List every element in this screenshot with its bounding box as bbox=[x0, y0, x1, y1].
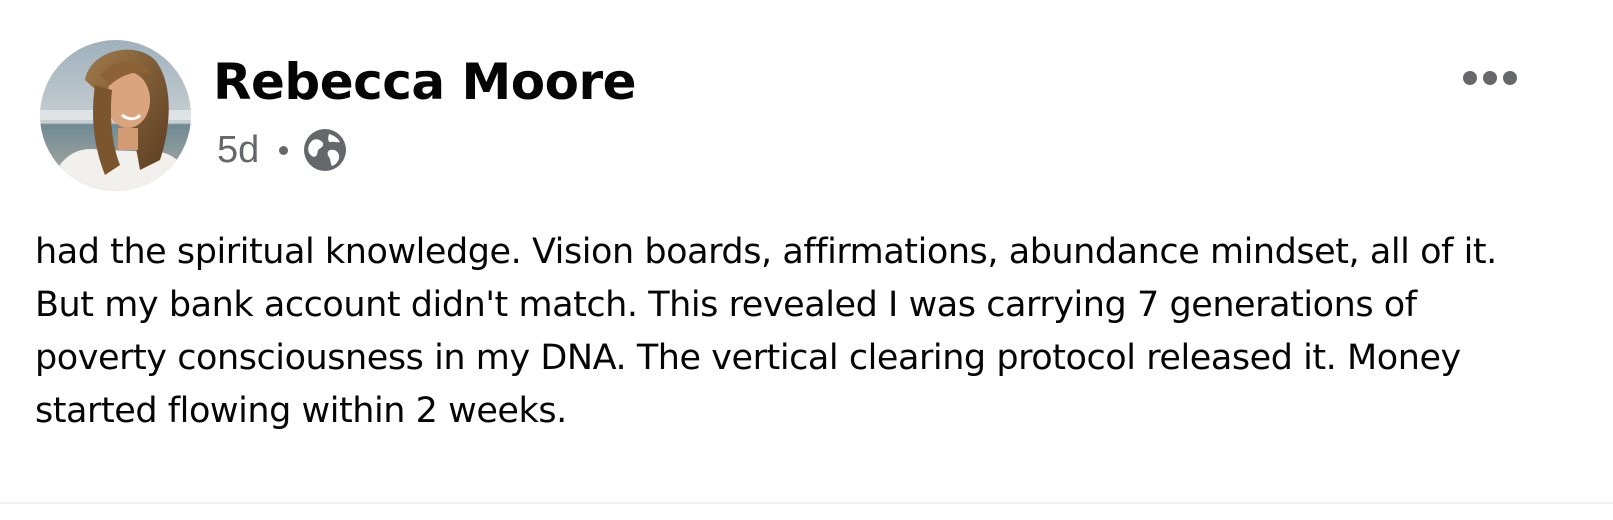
post-card: Rebecca Moore 5d had the spiritual knowl… bbox=[0, 0, 1613, 520]
avatar-photo bbox=[40, 40, 191, 191]
globe-icon[interactable] bbox=[303, 128, 347, 172]
post-body-text: had the spiritual knowledge. Vision boar… bbox=[35, 232, 1497, 431]
author-name[interactable]: Rebecca Moore bbox=[213, 50, 637, 114]
more-options-icon-dot bbox=[1503, 71, 1517, 85]
post-meta: 5d bbox=[217, 126, 347, 174]
separator-dot bbox=[279, 145, 289, 155]
more-options-icon-dot bbox=[1483, 71, 1497, 85]
post-timestamp[interactable]: 5d bbox=[217, 126, 259, 174]
divider bbox=[0, 502, 1613, 504]
more-options-button[interactable] bbox=[1455, 55, 1525, 101]
author-avatar[interactable] bbox=[40, 40, 191, 191]
more-options-icon-dot bbox=[1463, 71, 1477, 85]
